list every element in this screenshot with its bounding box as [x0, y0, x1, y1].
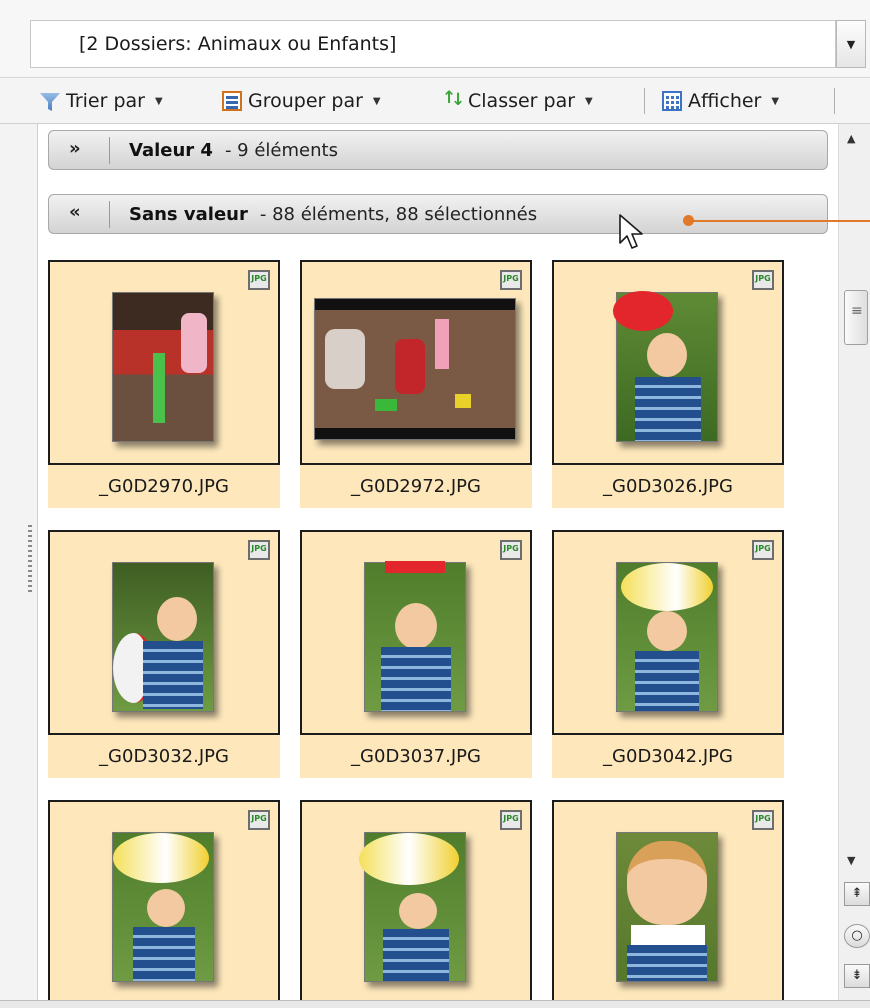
thumbnail-tile[interactable]: JPG — [48, 800, 280, 1000]
jpg-file-icon: JPG — [752, 540, 774, 560]
jpg-file-icon: JPG — [752, 810, 774, 830]
path-text: [2 Dossiers: Animaux ou Enfants] — [79, 33, 397, 55]
circle-icon: ○ — [851, 928, 863, 943]
group-title: Sans valeur - 88 éléments, 88 sélectionné… — [129, 204, 538, 225]
arrange-by-button[interactable]: Classer par ▼ — [442, 86, 593, 116]
scroll-to-bottom-button[interactable]: ⇟ — [844, 964, 870, 988]
group-header-sans-valeur[interactable]: » Sans valeur - 88 éléments, 88 sélection… — [48, 194, 828, 234]
scroll-up-icon[interactable]: ▲ — [847, 132, 855, 145]
path-bar: [2 Dossiers: Animaux ou Enfants] ▼ — [0, 0, 870, 78]
content-view: » Valeur 4- 9 éléments » Sans valeur - 88… — [38, 124, 838, 1000]
scroll-to-top-button[interactable]: ⇞ — [844, 882, 870, 906]
photo-thumbnail — [112, 292, 214, 442]
jpg-file-icon: JPG — [500, 270, 522, 290]
thumbnail-frame: JPG — [300, 530, 532, 735]
caret-down-icon: ▼ — [585, 95, 593, 107]
photo-thumbnail — [112, 562, 214, 712]
photo-thumbnail — [112, 832, 214, 982]
scrollbar-thumb[interactable]: ≡ — [844, 290, 868, 345]
group-title: Valeur 4- 9 éléments — [129, 140, 338, 161]
thumbnail-frame: JPG — [48, 530, 280, 735]
photo-thumbnail — [314, 298, 516, 440]
photo-thumbnail — [359, 832, 466, 982]
group-icon — [222, 91, 242, 111]
toolbar: Trier par ▼ Grouper par ▼ Classer par ▼ … — [0, 78, 870, 124]
thumbnail-frame: JPG — [48, 260, 280, 465]
funnel-icon — [40, 93, 60, 111]
splitter-grip-icon[interactable] — [28, 525, 32, 595]
vertical-scrollbar[interactable]: ▲ ≡ ▼ ⇞ ○ ⇟ — [838, 124, 870, 1000]
jpg-file-icon: JPG — [500, 540, 522, 560]
view-button[interactable]: Afficher ▼ — [662, 86, 779, 116]
photo-thumbnail — [613, 291, 718, 442]
left-pane-edge — [0, 124, 38, 1000]
thumbnail-frame: JPG — [300, 800, 532, 1000]
thumbnail-frame: JPG — [552, 260, 784, 465]
zoom-button[interactable]: ○ — [844, 924, 870, 948]
group-header-divider — [109, 201, 110, 228]
photo-thumbnail — [364, 561, 466, 712]
thumbnail-frame: JPG — [552, 800, 784, 1000]
callout-line — [690, 220, 870, 222]
jpg-file-icon: JPG — [248, 540, 270, 560]
sort-arrows-icon — [442, 88, 465, 111]
file-name: _G0D3032.JPG — [48, 735, 280, 778]
view-grid-icon — [662, 91, 682, 111]
sort-by-button[interactable]: Trier par ▼ — [40, 86, 163, 116]
thumbnail-tile[interactable]: JPG _G0D2972.JPG — [300, 260, 532, 508]
thumbnail-tile[interactable]: JPG _G0D3032.JPG — [48, 530, 280, 778]
thumbnail-tile[interactable]: JPG _G0D3026.JPG — [552, 260, 784, 508]
file-name: _G0D3042.JPG — [552, 735, 784, 778]
caret-down-icon: ▼ — [372, 95, 381, 107]
jpg-file-icon: JPG — [752, 270, 774, 290]
expand-chevron-icon[interactable]: » — [69, 138, 81, 159]
thumbnail-tile[interactable]: JPG _G0D3042.JPG — [552, 530, 784, 778]
thumbnail-tile[interactable]: JPG — [552, 800, 784, 1000]
sort-by-label: Trier par — [66, 90, 145, 112]
file-name: _G0D2972.JPG — [300, 465, 532, 508]
toolbar-separator — [834, 88, 835, 114]
thumbnail-tile[interactable]: JPG _G0D2970.JPG — [48, 260, 280, 508]
file-name: _G0D3026.JPG — [552, 465, 784, 508]
photo-thumbnail — [616, 562, 718, 712]
thumbnail-frame: JPG — [552, 530, 784, 735]
path-input[interactable]: [2 Dossiers: Animaux ou Enfants] — [30, 20, 836, 68]
grip-icon: ≡ — [851, 303, 863, 319]
caret-down-icon: ▼ — [771, 95, 780, 107]
jpg-file-icon: JPG — [248, 810, 270, 830]
double-chevron-up-icon: ⇞ — [851, 886, 863, 901]
group-by-label: Grouper par — [248, 90, 363, 112]
caret-down-icon: ▼ — [154, 95, 163, 107]
scroll-down-icon[interactable]: ▼ — [847, 854, 855, 867]
arrange-by-label: Classer par — [468, 90, 576, 112]
thumbnail-frame: JPG — [48, 800, 280, 1000]
photo-thumbnail — [616, 832, 718, 982]
mouse-cursor-icon — [619, 214, 643, 249]
toolbar-separator — [644, 88, 645, 114]
file-name: _G0D3037.JPG — [300, 735, 532, 778]
jpg-file-icon: JPG — [500, 810, 522, 830]
jpg-file-icon: JPG — [248, 270, 270, 290]
chevron-down-icon: ▼ — [846, 37, 856, 51]
view-label: Afficher — [688, 90, 762, 112]
thumbnail-tile[interactable]: JPG _G0D3037.JPG — [300, 530, 532, 778]
group-count: - 88 éléments, 88 sélectionnés — [259, 204, 538, 225]
double-chevron-down-icon: ⇟ — [851, 968, 863, 983]
group-header-divider — [109, 137, 110, 164]
thumbnail-frame: JPG — [300, 260, 532, 465]
group-by-button[interactable]: Grouper par ▼ — [222, 86, 381, 116]
group-count: - 9 éléments — [224, 140, 338, 161]
group-header-valeur-4[interactable]: » Valeur 4- 9 éléments — [48, 130, 828, 170]
file-name: _G0D2970.JPG — [48, 465, 280, 508]
thumbnail-tile[interactable]: JPG — [300, 800, 532, 1000]
collapse-chevron-icon[interactable]: » — [69, 202, 81, 223]
path-dropdown-button[interactable]: ▼ — [836, 20, 866, 68]
